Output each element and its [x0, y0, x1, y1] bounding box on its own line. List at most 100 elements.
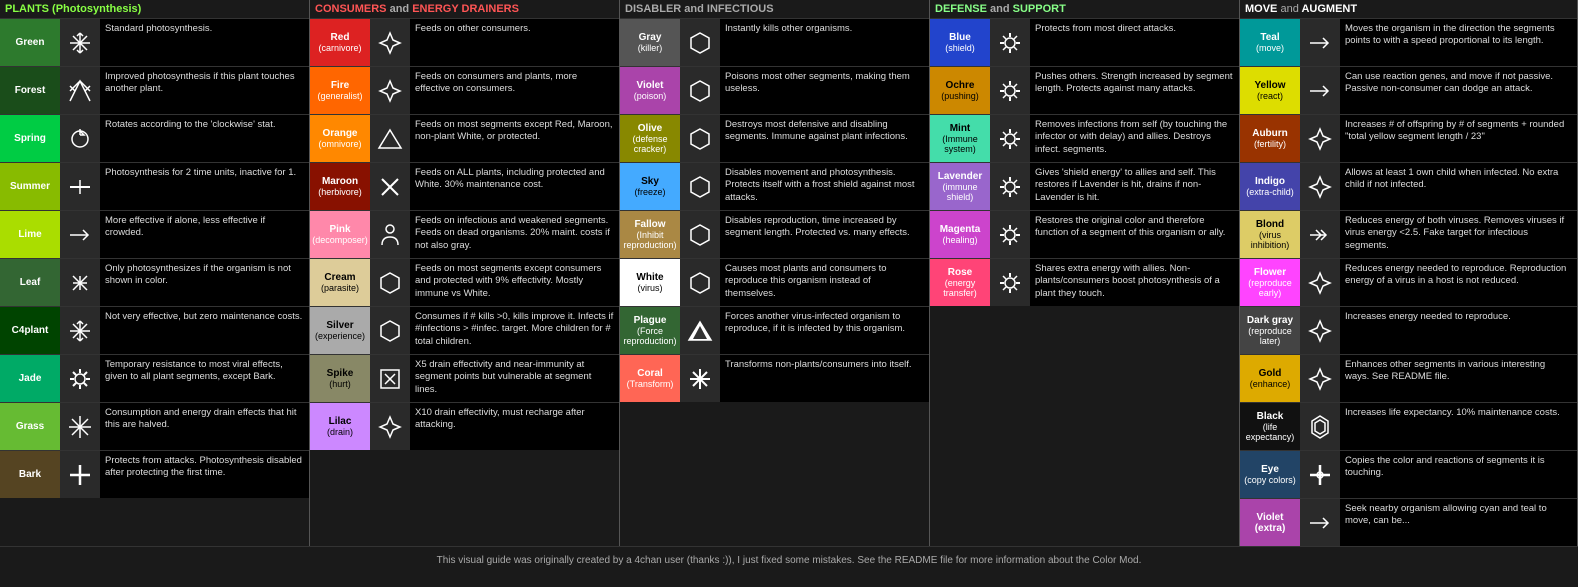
triangle2-icon: [680, 307, 720, 354]
entry-sub: (poison): [634, 91, 667, 101]
entry-sub: (copy colors): [1244, 475, 1296, 485]
entry-color-block: Fire(generalist): [310, 67, 370, 114]
entry-plants-2: Spring Rotates according to the 'clockwi…: [0, 114, 309, 162]
cross-icon: [60, 451, 100, 498]
entry-description: Removes infections from self (by touchin…: [1030, 115, 1239, 162]
entry-description: Not very effective, but zero maintenance…: [100, 307, 309, 354]
entry-plants-1: Forest Improved photosynthesis if this p…: [0, 66, 309, 114]
entry-name: Orange: [322, 128, 357, 139]
main-container: PLANTS (Photosynthesis) Green Standard p…: [0, 0, 1578, 574]
entry-plants-9: Bark Protects from attacks. Photosynthes…: [0, 450, 309, 498]
col-plants-header: PLANTS (Photosynthesis): [0, 0, 309, 18]
entry-name: Blue: [949, 32, 971, 43]
hex-icon: [680, 19, 720, 66]
entry-sub: (Inhibit reproduction): [623, 230, 676, 250]
entry-description: Improved photosynthesis if this plant to…: [100, 67, 309, 114]
gear2-icon: [990, 211, 1030, 258]
col-consumers: CONSUMERS and ENERGY DRAINERS Red(carniv…: [310, 0, 620, 546]
entry-description: Consumes if # kills >0, kills improve it…: [410, 307, 619, 354]
entry-defense-5: Rose(energy transfer) Shares extra energ…: [930, 258, 1239, 306]
entry-sub: (Immune system): [934, 134, 986, 154]
entry-description: Copies the color and reactions of segmen…: [1340, 451, 1577, 498]
col-defense: DEFENSE and SUPPORT Blue(shield) Protect…: [930, 0, 1240, 546]
entry-name: Bark: [19, 469, 41, 480]
entry-color-block: Lime: [0, 211, 60, 258]
entry-consumers-1: Fire(generalist) Feeds on consumers and …: [310, 66, 619, 114]
entry-disabler-1: Violet(poison) Poisons most other segmen…: [620, 66, 929, 114]
entry-color-block: Red(carnivore): [310, 19, 370, 66]
entry-description: Only photosynthesizes if the organism is…: [100, 259, 309, 306]
entry-name: White: [636, 272, 663, 283]
entry-sub: (healing): [942, 235, 977, 245]
entry-name: Red: [331, 32, 350, 43]
entry-sub: (omnivore): [318, 139, 361, 149]
snowflake2-icon: [60, 403, 100, 450]
entry-name: Teal: [1260, 32, 1279, 43]
person-icon: [370, 211, 410, 258]
entry-sub: (freeze): [634, 187, 665, 197]
entry-description: Enhances other segments in various inter…: [1340, 355, 1577, 402]
entry-plants-8: Grass Consumption and energy drain effec…: [0, 402, 309, 450]
entry-consumers-5: Cream(parasite) Feeds on most segments e…: [310, 258, 619, 306]
entry-move-6: Dark gray(reproduce later) Increases ene…: [1240, 306, 1577, 354]
entry-color-block: Maroon(herbivore): [310, 163, 370, 210]
entry-description: Standard photosynthesis.: [100, 19, 309, 66]
entry-color-block: Ochre(pushing): [930, 67, 990, 114]
entry-defense-1: Ochre(pushing) Pushes others. Strength i…: [930, 66, 1239, 114]
entry-sub: (generalist): [317, 91, 362, 101]
entry-sub: (killer): [638, 43, 663, 53]
entry-description: Feeds on most segments except Red, Maroo…: [410, 115, 619, 162]
entry-sub: (react): [1257, 91, 1283, 101]
entry-color-block: Violet (extra): [1240, 499, 1300, 546]
entry-sub: (virus): [638, 283, 663, 293]
entry-sub: (carnivore): [318, 43, 361, 53]
star4-icon: [1300, 163, 1340, 210]
entry-color-block: Rose(energy transfer): [930, 259, 990, 306]
entry-description: Restores the original color and therefor…: [1030, 211, 1239, 258]
entry-color-block: Grass: [0, 403, 60, 450]
entry-color-block: Indigo(extra-child): [1240, 163, 1300, 210]
rotate-icon: [60, 115, 100, 162]
entry-name: Eye: [1261, 464, 1279, 475]
entry-name: Lavender: [938, 171, 982, 182]
entry-color-block: Pink(decomposer): [310, 211, 370, 258]
entry-name: Auburn: [1252, 128, 1288, 139]
entry-description: Poisons most other segments, making them…: [720, 67, 929, 114]
entry-description: Temporary resistance to most viral effec…: [100, 355, 309, 402]
triangle-icon: [370, 115, 410, 162]
entry-description: Can use reaction genes, and move if not …: [1340, 67, 1577, 114]
col-plants: PLANTS (Photosynthesis) Green Standard p…: [0, 0, 310, 546]
entry-disabler-4: Fallow(Inhibit reproduction) Disables re…: [620, 210, 929, 258]
x4-icon: [60, 259, 100, 306]
entry-name: Spring: [14, 133, 46, 144]
entry-description: Seek nearby organism allowing cyan and t…: [1340, 499, 1577, 546]
entry-sub: (parasite): [321, 283, 359, 293]
arrow-single-icon: [60, 211, 100, 258]
entry-description: Feeds on infectious and weakened segment…: [410, 211, 619, 258]
entry-description: Moves the organism in the direction the …: [1340, 19, 1577, 66]
entry-color-block: Spring: [0, 115, 60, 162]
entry-description: X10 drain effectivity, must recharge aft…: [410, 403, 619, 450]
arrow-r2-icon: [1300, 211, 1340, 258]
entry-plants-0: Green Standard photosynthesis.: [0, 18, 309, 66]
entry-consumers-4: Pink(decomposer) Feeds on infectious and…: [310, 210, 619, 258]
arrow-r-icon: [1300, 19, 1340, 66]
entry-move-5: Flower(reproduce early) Reduces energy n…: [1240, 258, 1577, 306]
entry-move-8: Black(life expectancy) Increases life ex…: [1240, 402, 1577, 450]
entry-color-block: C4plant: [0, 307, 60, 354]
entry-move-4: Blond(virus inhibition) Reduces energy o…: [1240, 210, 1577, 258]
entry-defense-0: Blue(shield) Protects from most direct a…: [930, 18, 1239, 66]
entry-name: Spike: [327, 368, 354, 379]
entry-move-1: Yellow(react) Can use reaction genes, an…: [1240, 66, 1577, 114]
entry-name: Forest: [15, 85, 46, 96]
entry-name: Cream: [324, 272, 355, 283]
entry-plants-4: Lime More effective if alone, less effec…: [0, 210, 309, 258]
hex-icon: [680, 211, 720, 258]
entry-consumers-2: Orange(omnivore) Feeds on most segments …: [310, 114, 619, 162]
hex-icon: [680, 163, 720, 210]
entry-sub: (fertility): [1254, 139, 1286, 149]
entry-name: Rose: [948, 267, 972, 278]
entry-description: Pushes others. Strength increased by seg…: [1030, 67, 1239, 114]
entry-description: X5 drain effectivity and near-immunity a…: [410, 355, 619, 402]
entry-sub: (immune shield): [934, 182, 986, 202]
